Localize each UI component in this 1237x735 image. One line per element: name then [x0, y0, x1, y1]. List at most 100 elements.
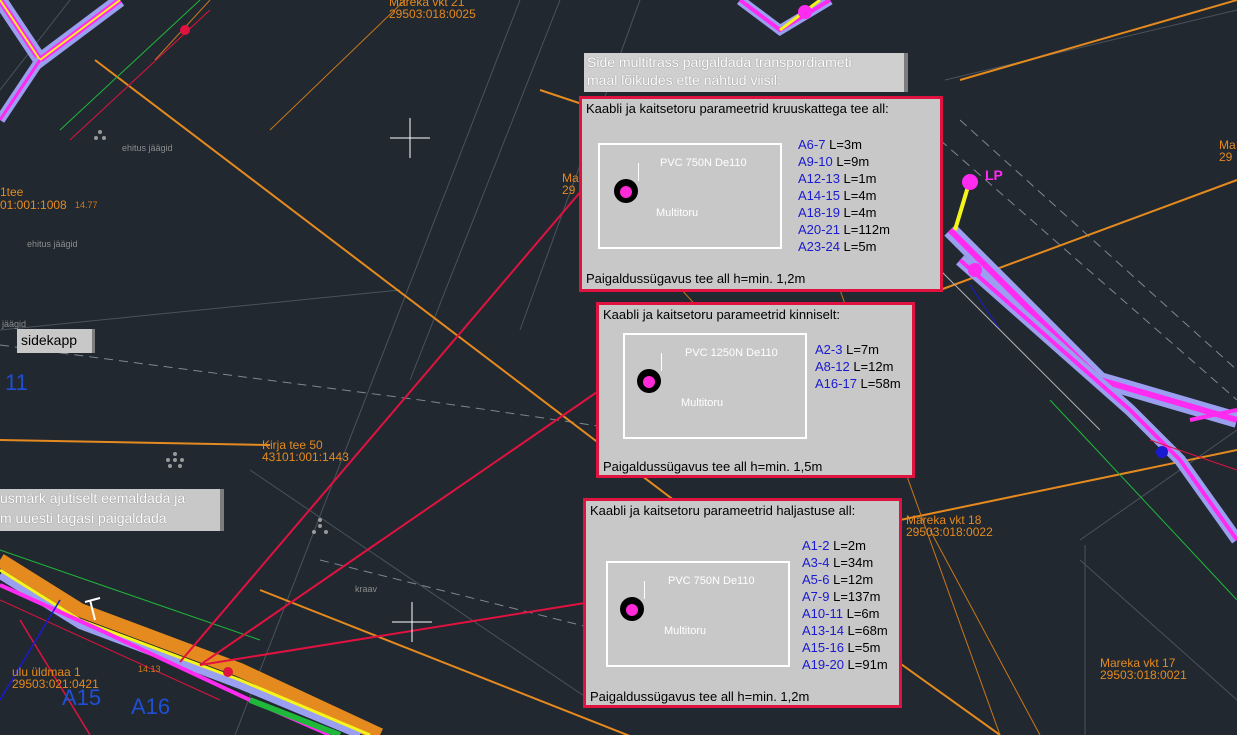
- segment-code: A5-6: [802, 572, 830, 587]
- traffic-sign-note-line1: usmärk ajutiselt eemaldada ja: [0, 490, 186, 506]
- elevation-label-1477: 14.77: [75, 200, 98, 210]
- segment-length: L=91m: [847, 657, 888, 672]
- segment-length: L=112m: [843, 222, 890, 237]
- node-label-a16: A16: [131, 694, 171, 719]
- segment-length: L=4m: [843, 188, 877, 203]
- parcel-label-kirja-code: 43101:001:1443: [262, 450, 349, 464]
- installation-depth-note: Paigaldussügavus tee all h=min. 1,2m: [590, 689, 810, 704]
- segment-code: A16-17: [815, 376, 857, 391]
- segment-code: A12-13: [798, 171, 840, 186]
- traffic-sign-note-line2: m uuesti tagasi paigaldada: [0, 510, 167, 526]
- utility-corridor-upper-right: [737, 0, 833, 37]
- segment-length: L=5m: [843, 239, 877, 254]
- pipe-spec-label: PVC 750N De110: [660, 157, 747, 169]
- detail-title: Kaabli ja kaitsetoru parameetrid haljast…: [590, 503, 856, 518]
- parcel-label-ma-edge-code: 29: [562, 183, 576, 197]
- multitrass-note[interactable]: Side multitrass paigaldada transpordiame…: [584, 53, 908, 92]
- multitoru-label: Multitoru: [656, 207, 699, 219]
- pipe-leader-line: [661, 353, 662, 371]
- pipe-leader-line: [638, 163, 639, 181]
- segment-row: A9-10 L=9m: [798, 153, 890, 170]
- segment-row: A5-6 L=12m: [802, 571, 888, 588]
- pipe-leader-line: [644, 581, 645, 599]
- parcel-label-ma-right-code: 29: [1219, 150, 1233, 164]
- vegetation-symbols: [94, 130, 328, 534]
- sidekapp-note[interactable]: sidekapp: [17, 329, 95, 353]
- pipe-cross-section-icon: [614, 179, 638, 203]
- segment-length-list: A6-7 L=3m A9-10 L=9m A12-13 L=1m A14-15 …: [798, 136, 890, 255]
- pipe-spec-label: PVC 1250N De110: [685, 347, 778, 359]
- detail-callout-greenery[interactable]: Kaabli ja kaitsetoru parameetrid haljast…: [583, 498, 902, 708]
- traffic-sign-note[interactable]: usmärk ajutiselt eemaldada ja m uuesti t…: [0, 489, 224, 531]
- segment-row: A6-7 L=3m: [798, 136, 890, 153]
- segment-code: A1-2: [802, 538, 830, 553]
- segment-length: L=3m: [829, 137, 862, 152]
- ehitus-jaagid-label-1: ehitus jäägid: [122, 143, 173, 153]
- segment-code: A20-21: [798, 222, 840, 237]
- segment-code: A8-12: [815, 359, 850, 374]
- detail-callout-gravel-road[interactable]: Kaabli ja kaitsetoru parameetrid kruuska…: [579, 96, 943, 292]
- callout-leaders: [179, 189, 601, 666]
- segment-length: L=9m: [836, 154, 870, 169]
- segment-code: A23-24: [798, 239, 840, 254]
- segment-code: A14-15: [798, 188, 840, 203]
- pipe-cross-section-icon: [620, 597, 644, 621]
- segment-code: A9-10: [798, 154, 833, 169]
- segment-code: A3-4: [802, 555, 830, 570]
- node-label-11: 11: [5, 370, 28, 395]
- segment-code: A15-16: [802, 640, 844, 655]
- light-post-label-lp: LP: [985, 167, 1003, 183]
- segment-row: A16-17 L=58m: [815, 375, 901, 392]
- segment-code: A10-11: [802, 606, 843, 621]
- segment-length-list: A2-3 L=7m A8-12 L=12m A16-17 L=58m: [815, 341, 901, 392]
- segment-code: A2-3: [815, 342, 843, 357]
- segment-code: A13-14: [802, 623, 844, 638]
- multitoru-label: Multitoru: [664, 625, 707, 637]
- segment-length: L=2m: [833, 538, 866, 553]
- utility-corridor-bottom: [0, 549, 383, 735]
- segment-length: L=5m: [847, 640, 881, 655]
- multitrass-note-line1: Side multitrass paigaldada transpordiame…: [587, 54, 852, 70]
- segment-row: A13-14 L=68m: [802, 622, 888, 639]
- pipe-cross-section-frame: PVC 750N De110 Multitoru: [606, 561, 790, 667]
- detail-title: Kaabli ja kaitsetoru parameetrid kinnise…: [603, 307, 841, 322]
- multitrass-note-line2: maal lõikudes ette nähtud viisil:: [587, 72, 781, 88]
- segment-length: L=7m: [846, 342, 879, 357]
- detail-callout-trenchless[interactable]: Kaabli ja kaitsetoru parameetrid kinnise…: [596, 302, 915, 478]
- parcel-label-mareka17-code: 29503:018:0021: [1100, 668, 1187, 682]
- segment-length: L=58m: [860, 376, 901, 391]
- pipe-spec-label: PVC 750N De110: [668, 575, 755, 587]
- installation-depth-note: Paigaldussügavus tee all h=min. 1,2m: [586, 271, 806, 286]
- segment-length: L=6m: [846, 606, 880, 621]
- segment-length: L=1m: [843, 171, 877, 186]
- detail-title: Kaabli ja kaitsetoru parameetrid kruuska…: [586, 101, 889, 116]
- segment-length: L=12m: [833, 572, 874, 587]
- segment-row: A20-21 L=112m: [798, 221, 890, 238]
- installation-depth-note: Paigaldussügavus tee all h=min. 1,5m: [603, 459, 823, 474]
- segment-length-list: A1-2 L=2m A3-4 L=34m A5-6 L=12m A7-9 L=1…: [802, 537, 888, 673]
- segment-length: L=12m: [853, 359, 894, 374]
- parcel-label-tee-code: 01:001:1008: [0, 198, 67, 212]
- segment-length: L=34m: [833, 555, 874, 570]
- segment-row: A15-16 L=5m: [802, 639, 888, 656]
- pipe-cross-section-icon: [637, 369, 661, 393]
- segment-row: A14-15 L=4m: [798, 187, 890, 204]
- segment-code: A7-9: [802, 589, 830, 604]
- segment-row: A7-9 L=137m: [802, 588, 888, 605]
- segment-code: A18-19: [798, 205, 840, 220]
- sidekapp-note-text: sidekapp: [21, 332, 78, 348]
- segment-code: A19-20: [802, 657, 844, 672]
- segment-row: A19-20 L=91m: [802, 656, 888, 673]
- ehitus-jaagid-label-2: ehitus jäägid: [27, 239, 78, 249]
- kraav-label: kraav: [355, 584, 378, 594]
- segment-row: A10-11 L=6m: [802, 605, 888, 622]
- crosshair-markers: [390, 118, 432, 642]
- utility-corridor-upper-left: [0, 0, 211, 141]
- segment-row: A2-3 L=7m: [815, 341, 901, 358]
- pipe-cross-section-frame: PVC 1250N De110 Multitoru: [623, 333, 807, 439]
- segment-length: L=4m: [843, 205, 877, 220]
- pipe-cross-section-frame: PVC 750N De110 Multitoru: [598, 143, 782, 249]
- segment-row: A12-13 L=1m: [798, 170, 890, 187]
- parcel-label-mareka18-code: 29503:018:0022: [906, 525, 993, 539]
- parcel-label-mareka21-code: 29503:018:0025: [389, 7, 476, 21]
